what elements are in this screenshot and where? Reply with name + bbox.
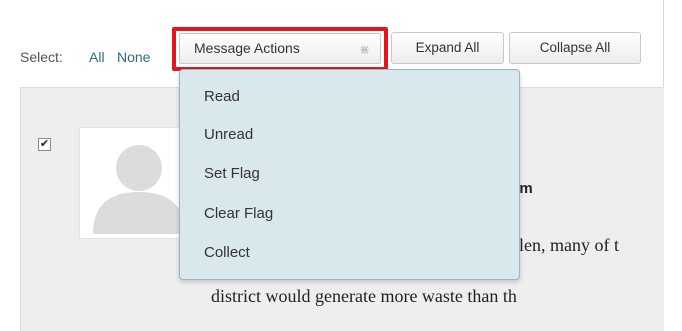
menu-item-set-flag[interactable]: Set Flag (204, 165, 260, 182)
double-chevron-down-icon: ⋇ (359, 42, 370, 57)
message-actions-button[interactable]: Message Actions ⋇ (172, 27, 388, 71)
menu-item-read[interactable]: Read (204, 88, 240, 105)
message-body-line: olen, many of t (510, 235, 619, 255)
message-checkbox[interactable]: ✔ (38, 138, 51, 151)
select-all-link[interactable]: All (89, 49, 105, 65)
menu-item-collect[interactable]: Collect (204, 244, 250, 261)
select-label: Select: (20, 49, 63, 65)
select-none-link[interactable]: None (117, 49, 150, 65)
message-toolbar: Select: All None Message Actions ⋇ Expan… (0, 0, 682, 80)
expand-all-button[interactable]: Expand All (391, 32, 504, 64)
menu-item-clear-flag[interactable]: Clear Flag (204, 205, 273, 222)
message-actions-label: Message Actions (194, 40, 300, 56)
message-body-line: district would generate more waste than … (211, 286, 517, 306)
collapse-all-button[interactable]: Collapse All (509, 32, 641, 64)
message-actions-menu: Read Unread Set Flag Clear Flag Collect (179, 69, 520, 280)
menu-item-unread[interactable]: Unread (204, 126, 253, 143)
